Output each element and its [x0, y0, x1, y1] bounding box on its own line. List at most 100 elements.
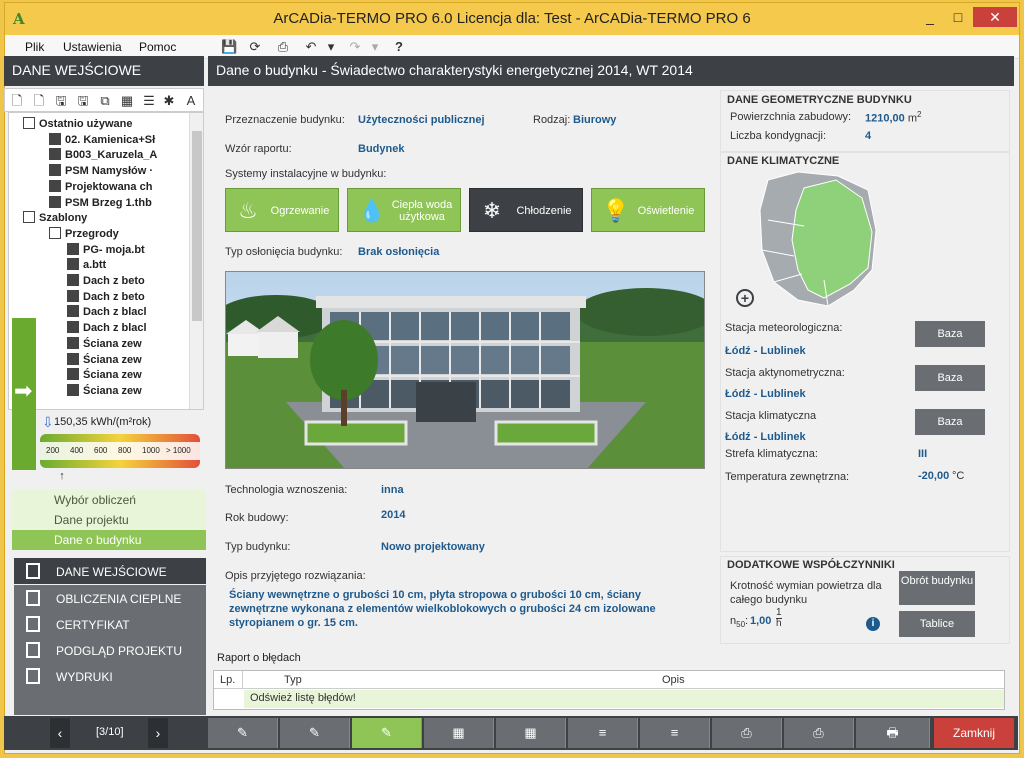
energy-value: 150,35 kWh/(m²rok) — [54, 416, 152, 428]
add-station-icon[interactable]: + — [736, 289, 754, 307]
tree-item[interactable]: B003_Karuzela_A — [49, 148, 189, 163]
tree-item[interactable]: Dach z blacl — [67, 305, 189, 320]
poland-map[interactable] — [758, 170, 884, 310]
meteo-value[interactable]: Łódź - Lublinek — [725, 345, 806, 357]
rok-value[interactable]: 2014 — [381, 509, 405, 521]
powierzchnia-value[interactable]: 1210,00 m2 — [865, 110, 921, 125]
doc-edit-2-icon[interactable]: ✎ — [280, 718, 350, 748]
save-file-icon[interactable]: 🖫 — [53, 93, 69, 109]
bars-2-icon[interactable]: ≡ — [640, 718, 710, 748]
system-chlodzenie-button[interactable]: ❄ Chłodzenie — [469, 188, 583, 232]
technologia-value[interactable]: inna — [381, 484, 404, 496]
tree-item[interactable]: Projektowana ch — [49, 179, 189, 195]
nav-wybor-obliczen[interactable]: Wybór obliczeń — [12, 490, 206, 510]
doc-edit-icon[interactable]: ✎ — [208, 718, 278, 748]
refresh-icon[interactable]: ⟳ — [247, 39, 263, 55]
table-2-icon[interactable]: ▦ — [496, 718, 566, 748]
system-ogrzewanie-button[interactable]: ♨ Ogrzewanie — [225, 188, 339, 232]
tree-item[interactable]: Dach z beto — [67, 274, 189, 289]
copy-icon[interactable]: ⧉ — [97, 93, 113, 109]
nav-dane-o-budynku[interactable]: Dane o budynku — [12, 530, 206, 550]
tree-item[interactable]: Ściana zew — [67, 368, 189, 383]
prev-page-button[interactable]: ‹ — [50, 718, 70, 748]
tree-item[interactable]: Przegrody — [49, 226, 189, 242]
col-divider — [242, 671, 243, 689]
save-icon[interactable]: 💾 — [221, 39, 237, 55]
przeznaczenie-value[interactable]: Użyteczności publicznej — [358, 114, 485, 126]
tree-item-label: Ściana zew — [83, 384, 142, 397]
next-page-button[interactable]: › — [148, 718, 168, 748]
help-icon[interactable]: ? — [391, 39, 407, 55]
redo-icon[interactable]: ↷ — [347, 39, 363, 55]
tree-item[interactable]: a.btt — [67, 258, 189, 273]
tree-item[interactable]: Ściana zew — [67, 383, 189, 399]
tree-item[interactable]: PSM Namysłów · — [49, 164, 189, 179]
tree-item[interactable]: Dach z blacl — [67, 321, 189, 336]
nav-obliczenia-cieplne[interactable]: OBLICZENIA CIEPLNE — [14, 585, 206, 611]
zamknij-button[interactable]: Zamknij — [934, 718, 1014, 748]
tree-item[interactable]: Ściana zew — [67, 336, 189, 352]
close-window-button[interactable]: ✕ — [973, 7, 1017, 27]
preview-doc-2-icon[interactable]: ⎙ — [712, 718, 782, 748]
baza-klim-button[interactable]: Baza — [915, 409, 985, 435]
new-doc-icon[interactable]: 🗋 — [31, 93, 47, 109]
nav-podglad-projektu[interactable]: PODGLĄD PROJEKTU — [14, 637, 206, 663]
oslona-value[interactable]: Brak osłonięcia — [358, 246, 439, 258]
klim-value[interactable]: Łódź - Lublinek — [725, 431, 806, 443]
error-row-refresh[interactable]: Odśwież listę błędów! — [244, 690, 1004, 708]
save-as-icon[interactable]: 🖫 — [75, 93, 91, 109]
temp-value[interactable]: -20,00 — [918, 470, 949, 482]
nav-wydruki[interactable]: WYDRUKI — [14, 663, 206, 689]
n50-value[interactable]: 1,00 — [750, 615, 771, 627]
menu-plik[interactable]: Plik — [25, 40, 44, 54]
menu-pomoc[interactable]: Pomoc — [139, 40, 176, 54]
preview-icon[interactable]: ⎙ — [275, 39, 291, 55]
redo-dropdown-icon[interactable]: ▾ — [367, 39, 383, 55]
text-icon[interactable]: A — [183, 93, 199, 109]
tablice-button[interactable]: Tablice — [899, 611, 975, 637]
baza-meteo-button[interactable]: Baza — [915, 321, 985, 347]
kondygnacje-value[interactable]: 4 — [865, 130, 871, 142]
preview-doc-3-icon[interactable]: ⎙ — [784, 718, 854, 748]
new-file-icon[interactable]: 🗋 — [9, 93, 25, 109]
settings-icon[interactable]: ✱ — [161, 93, 177, 109]
tree-item[interactable]: PSM Brzeg 1.thb — [49, 195, 189, 211]
strefa-value[interactable]: III — [918, 448, 927, 460]
undo-dropdown-icon[interactable]: ▾ — [323, 39, 339, 55]
klim-label: Stacja klimatyczna — [725, 410, 817, 422]
info-icon[interactable]: i — [866, 617, 880, 631]
akty-value[interactable]: Łódź - Lublinek — [725, 388, 806, 400]
nav-dane-wejsciowe[interactable]: DANE WEJŚCIOWE — [14, 558, 206, 584]
maximize-button[interactable]: □ — [945, 7, 971, 27]
list-icon[interactable]: ☰ — [141, 93, 157, 109]
menu-ustawienia[interactable]: Ustawienia — [63, 40, 122, 54]
energy-tick: 200 — [46, 446, 60, 455]
typ-value[interactable]: Nowo projektowany — [381, 541, 485, 553]
opis-value[interactable]: Ściany wewnętrzne o grubości 10 cm, płyt… — [229, 588, 669, 630]
wzor-value[interactable]: Budynek — [358, 143, 404, 155]
tree-item[interactable]: Ściana zew — [67, 352, 189, 368]
system-cieplej-wody-button[interactable]: 💧 Ciepła woda użytkowa — [347, 188, 461, 232]
system-oswietlenie-button[interactable]: 💡 Oświetlenie — [591, 188, 705, 232]
project-tree[interactable]: Ostatnio używane 02. Kamienica+Sł B003_Kar… — [8, 112, 204, 410]
tree-item[interactable]: 02. Kamienica+Sł — [49, 132, 189, 148]
tree-item[interactable]: Dach z beto — [67, 289, 189, 305]
bars-icon[interactable]: ≡ — [568, 718, 638, 748]
doc-edit-active-icon[interactable]: ✎ — [352, 718, 422, 748]
arrow-right-icon[interactable]: ➡ — [14, 378, 32, 404]
minimize-button[interactable]: _ — [917, 7, 943, 27]
tree-scroll-thumb[interactable] — [192, 131, 202, 321]
obrot-budynku-button[interactable]: Obrót budynku — [899, 571, 975, 605]
printer-2-icon[interactable]: 🖶 — [856, 718, 930, 748]
nav-dane-projektu[interactable]: Dane projektu — [12, 510, 206, 530]
tree-item[interactable]: PG- moja.bt — [67, 242, 189, 258]
rodzaj-value[interactable]: Biurowy — [573, 114, 616, 126]
table-icon[interactable]: ▦ — [424, 718, 494, 748]
tree-item[interactable]: Szablony — [23, 211, 189, 226]
undo-icon[interactable]: ↶ — [303, 39, 319, 55]
tree-scrollbar[interactable] — [189, 113, 203, 409]
nav-certyfikat[interactable]: CERTYFIKAT — [14, 611, 206, 637]
baza-akty-button[interactable]: Baza — [915, 365, 985, 391]
tree-item[interactable]: Ostatnio używane — [23, 117, 189, 132]
grid-icon[interactable]: ▦ — [119, 93, 135, 109]
